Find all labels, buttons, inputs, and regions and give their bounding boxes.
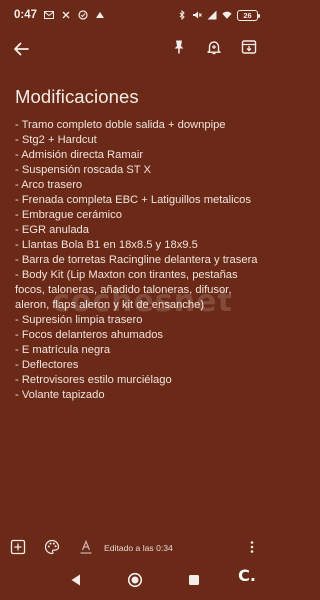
bell-plus-icon bbox=[205, 38, 223, 61]
archive-icon bbox=[240, 38, 258, 61]
note-line: - EGR anulada bbox=[15, 224, 90, 236]
nav-back-button[interactable] bbox=[68, 574, 84, 590]
nav-home-button[interactable] bbox=[127, 572, 143, 593]
home-circle-icon bbox=[127, 572, 143, 593]
battery-indicator: 26 bbox=[237, 9, 260, 21]
note-line: - Barra de torretas Racingline delantera… bbox=[15, 254, 258, 266]
email-icon bbox=[44, 10, 55, 20]
text-format-button[interactable] bbox=[77, 539, 95, 560]
bottom-bar: Editado a las 0:34 bbox=[0, 536, 270, 562]
wifi-icon bbox=[222, 10, 232, 20]
brand-mark: C. bbox=[238, 566, 256, 585]
note-line: - Arco trasero bbox=[15, 179, 83, 191]
status-bar: 0:47 26 bbox=[0, 0, 270, 30]
note-line: - Focos delanteros ahumados bbox=[15, 329, 164, 341]
note-line: - Frenada completa EBC + Latiguillos met… bbox=[15, 194, 251, 206]
palette-button[interactable] bbox=[43, 539, 61, 560]
text-format-icon bbox=[78, 539, 94, 560]
note-line: - Volante tapizado bbox=[15, 389, 105, 401]
bluetooth-icon bbox=[177, 10, 187, 20]
toolbar-actions bbox=[168, 38, 260, 60]
note-screen: 0:47 26 Modificaciones - Tramo completo … bbox=[0, 0, 270, 600]
note-line: - Suspensión roscada ST X bbox=[15, 164, 151, 176]
note-line: - Retrovisores estilo murciélago bbox=[15, 374, 172, 386]
back-button[interactable] bbox=[10, 38, 32, 60]
arrow-left-icon bbox=[10, 42, 32, 64]
status-right: 26 bbox=[177, 9, 260, 21]
watermark: cochesnet bbox=[52, 284, 233, 319]
note-title[interactable]: Modificaciones bbox=[15, 86, 260, 108]
pin-button[interactable] bbox=[168, 38, 190, 60]
notification-icon bbox=[61, 10, 71, 20]
note-toolbar bbox=[0, 32, 270, 66]
square-recents-icon bbox=[188, 573, 200, 591]
nav-recents-button[interactable] bbox=[186, 574, 202, 590]
add-box-icon bbox=[10, 539, 26, 560]
mute-icon bbox=[192, 10, 202, 20]
note-line: - Deflectores bbox=[15, 359, 79, 371]
message-icon bbox=[78, 10, 88, 20]
note-line: - Stg2 + Hardcut bbox=[15, 134, 97, 146]
more-options-button[interactable] bbox=[243, 540, 261, 558]
note-line: - Admisión directa Ramair bbox=[15, 149, 144, 161]
reminder-button[interactable] bbox=[203, 38, 225, 60]
system-nav-bar bbox=[0, 568, 270, 596]
more-vert-icon bbox=[244, 539, 260, 560]
note-line: - Embrague cerámico bbox=[15, 209, 122, 221]
archive-button[interactable] bbox=[238, 38, 260, 60]
note-body[interactable]: - Tramo completo doble salida + downpipe… bbox=[15, 118, 260, 403]
palette-icon bbox=[44, 539, 60, 560]
note-line: - Llantas Bola B1 en 18x8.5 y 18x9.5 bbox=[15, 239, 198, 251]
triangle-back-icon bbox=[70, 573, 82, 592]
status-left: 0:47 bbox=[14, 9, 105, 21]
edited-timestamp: Editado a las 0:34 bbox=[104, 543, 173, 553]
app-notification-icon bbox=[95, 10, 105, 20]
pin-icon bbox=[170, 38, 188, 61]
status-time: 0:47 bbox=[14, 9, 38, 21]
note-line: - E matrícula negra bbox=[15, 344, 111, 356]
signal-icon bbox=[207, 10, 217, 20]
note-line: - Tramo completo doble salida + downpipe bbox=[15, 119, 226, 131]
note-content[interactable]: Modificaciones - Tramo completo doble sa… bbox=[15, 86, 260, 403]
add-button[interactable] bbox=[9, 539, 27, 560]
